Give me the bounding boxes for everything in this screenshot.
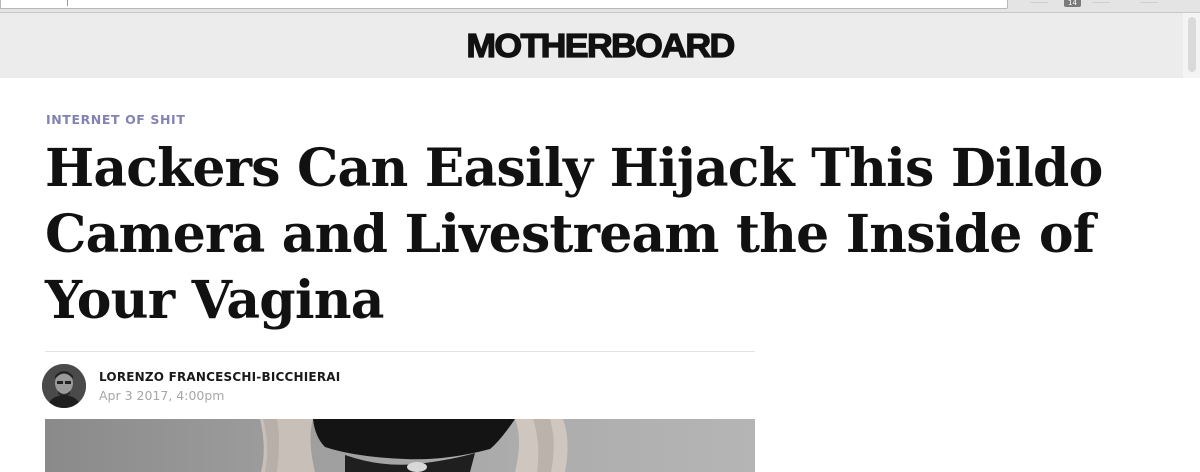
toolbar-icon[interactable]: [1140, 2, 1158, 3]
byline-divider: [45, 351, 755, 352]
site-logo[interactable]: MOTHERBOARD: [0, 13, 1200, 78]
avatar-portrait-icon: [42, 364, 86, 408]
article-category-link[interactable]: INTERNET OF SHIT: [46, 112, 185, 127]
hero-image: [45, 419, 755, 472]
scrollbar[interactable]: [1183, 13, 1200, 78]
address-bar-divider: [67, 0, 68, 6]
toolbar-icon[interactable]: [1030, 2, 1048, 3]
toolbar-icon[interactable]: [1092, 2, 1110, 3]
hero-photo-icon: [260, 419, 568, 472]
browser-chrome: 14: [0, 0, 1200, 13]
tab-count-badge[interactable]: 14: [1064, 0, 1081, 7]
scrollbar-thumb[interactable]: [1188, 17, 1196, 72]
author-name-link[interactable]: LORENZO FRANCESCHI-BICCHIERAI: [99, 370, 340, 384]
author-avatar-icon[interactable]: [42, 364, 86, 408]
page: 14 MOTHERBOARD INTERNET OF SHIT Hackers …: [0, 0, 1200, 472]
publish-date: Apr 3 2017, 4:00pm: [99, 388, 225, 403]
article-headline: Hackers Can Easily Hijack This Dildo Cam…: [45, 138, 1103, 331]
address-bar[interactable]: [0, 0, 1008, 9]
site-header: MOTHERBOARD: [0, 13, 1200, 78]
